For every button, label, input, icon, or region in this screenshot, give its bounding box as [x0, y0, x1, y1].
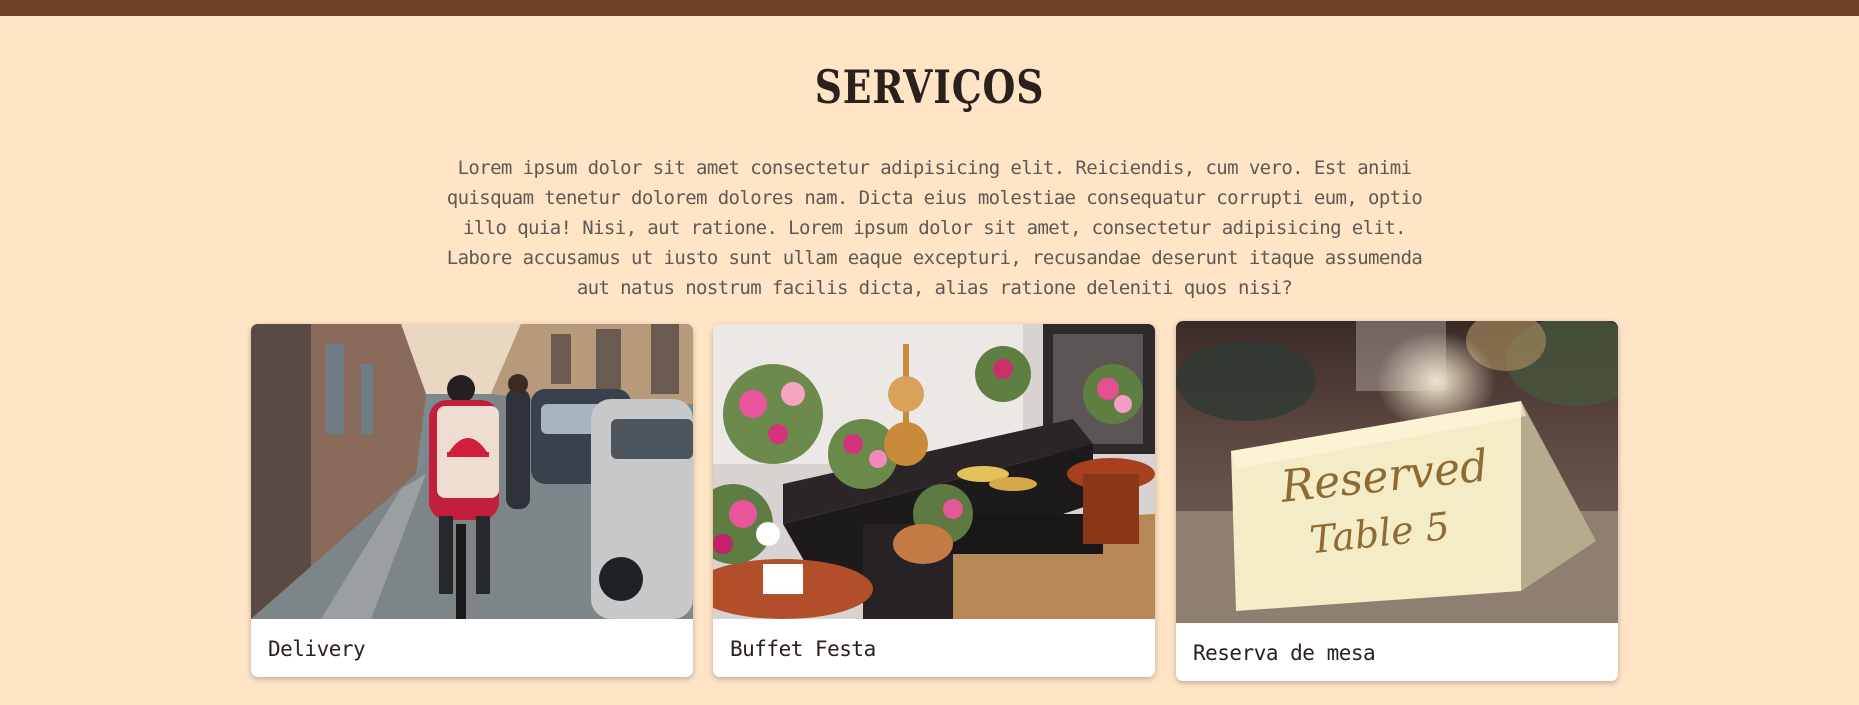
- top-bar: [0, 0, 1859, 16]
- card-label: Reserva de mesa: [1193, 641, 1376, 665]
- card-label: Buffet Festa: [730, 637, 876, 661]
- section-description: Lorem ipsum dolor sit amet consectetur a…: [446, 157, 1423, 299]
- buffet-photo: [713, 324, 1155, 619]
- section-title: SERVIÇOS: [814, 60, 1045, 114]
- service-card-delivery[interactable]: Delivery: [251, 324, 693, 677]
- delivery-photo: [251, 324, 693, 619]
- service-card-buffet[interactable]: Buffet Festa: [713, 324, 1155, 677]
- service-card-reserva[interactable]: Reserved Table 5 Reserva de mesa: [1176, 321, 1618, 681]
- card-label: Delivery: [268, 637, 366, 661]
- reserved-table-photo: Reserved Table 5: [1176, 321, 1618, 623]
